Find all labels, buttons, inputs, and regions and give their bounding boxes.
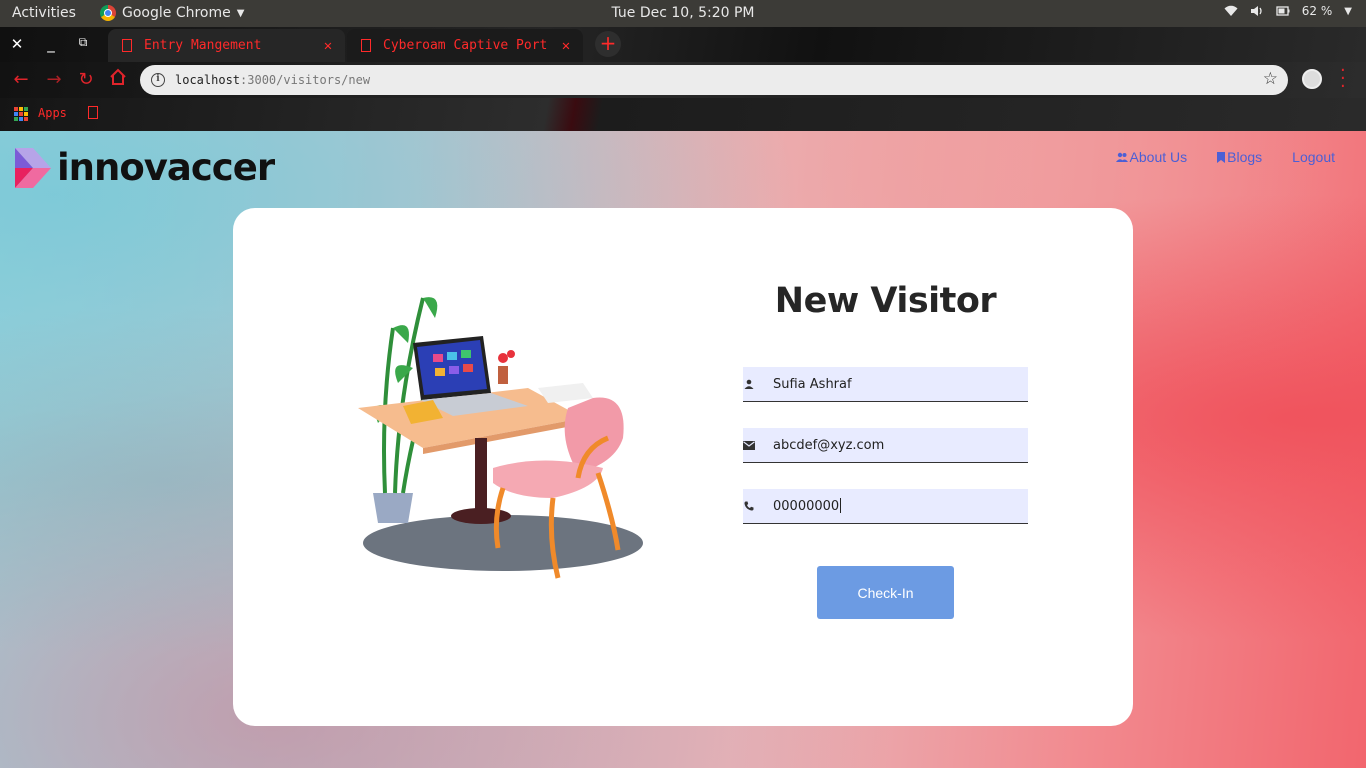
phone-field[interactable]: 00000000 [743, 489, 1028, 524]
window-restore-icon[interactable]: ⧉ [73, 35, 93, 50]
check-in-button[interactable]: Check-In [817, 566, 954, 619]
app-menu[interactable]: Google Chrome ▼ [100, 5, 244, 21]
group-icon [1115, 152, 1128, 162]
wifi-icon [1224, 5, 1238, 16]
nav-logout[interactable]: Logout [1292, 149, 1335, 165]
url-path: :3000/visitors/new [240, 73, 371, 87]
nav-label: Logout [1292, 149, 1335, 165]
email-value: abcdef@xyz.com [773, 437, 885, 453]
system-tray[interactable]: 62 % ▼ [1224, 4, 1352, 18]
email-field[interactable]: abcdef@xyz.com [743, 428, 1028, 463]
phone-value: 00000000 [773, 498, 842, 514]
form-title: New Visitor [774, 281, 997, 321]
profile-avatar[interactable] [1302, 69, 1322, 89]
url-host: localhost [175, 73, 241, 87]
system-menu-arrow-icon: ▼ [1344, 5, 1352, 17]
brand-logo[interactable]: innovaccer [15, 146, 275, 189]
name-field[interactable]: Sufia Ashraf [743, 367, 1028, 402]
person-icon [744, 379, 754, 389]
desk-illustration [358, 297, 643, 579]
tab-entry-management[interactable]: Entry Mangement ✕ [108, 29, 345, 62]
chrome-icon [100, 5, 116, 21]
bookmark-page-icon[interactable] [88, 106, 98, 119]
menu-icon[interactable]: · · · [1340, 62, 1346, 96]
page-icon [361, 39, 371, 52]
clock[interactable]: Tue Dec 10, 5:20 PM [611, 5, 754, 21]
bookmark-icon [1217, 151, 1226, 163]
nav-about-us[interactable]: About Us [1115, 149, 1188, 165]
battery-icon [1276, 6, 1290, 16]
reload-icon[interactable]: ↻ [75, 69, 97, 90]
bookmark-star-icon[interactable]: ☆ [1263, 69, 1278, 89]
battery-percent: 62 % [1301, 4, 1333, 18]
tab-close-icon[interactable]: ✕ [557, 38, 575, 54]
tab-title: Cyberoam Captive Port [383, 38, 548, 53]
window-close-icon[interactable]: ✕ [7, 35, 27, 53]
top-nav: About Us Blogs Logout [1115, 149, 1335, 165]
dropdown-arrow-icon: ▼ [236, 7, 245, 19]
tab-title: Entry Mangement [144, 38, 262, 53]
tab-strip: ✕ _ ⧉ Entry Mangement ✕ Cyberoam Captive… [0, 27, 1366, 62]
nav-blogs[interactable]: Blogs [1217, 149, 1262, 165]
text-caret [840, 498, 842, 513]
apps-bookmark[interactable]: Apps [38, 106, 67, 120]
back-icon[interactable]: ← [10, 69, 32, 90]
browser-toolbar: ← → ↻ i localhost:3000/visitors/new ☆ · ·… [0, 62, 1366, 98]
address-bar[interactable]: i localhost:3000/visitors/new ☆ [140, 65, 1288, 95]
page-viewport: innovaccer About Us Blogs Logout New Vis… [0, 131, 1366, 768]
phone-icon [744, 501, 754, 511]
mail-icon [743, 440, 755, 450]
system-top-bar: Activities Google Chrome ▼ Tue Dec 10, 5… [0, 0, 1366, 27]
nav-label: Blogs [1227, 149, 1263, 165]
bookmarks-bar: Apps [0, 98, 1366, 131]
tab-cyberoam[interactable]: Cyberoam Captive Port ✕ [347, 29, 583, 62]
innovaccer-logo-icon [15, 148, 51, 188]
tab-close-icon[interactable]: ✕ [319, 38, 337, 54]
volume-icon [1250, 6, 1262, 16]
url-text: localhost:3000/visitors/new [175, 73, 370, 87]
home-icon[interactable] [107, 68, 129, 91]
new-tab-button[interactable]: + [595, 31, 621, 57]
nav-label: About Us [1129, 149, 1188, 165]
phone-value-text: 00000000 [773, 499, 840, 514]
activities-button[interactable]: Activities [12, 5, 76, 21]
site-info-icon[interactable]: i [151, 73, 165, 87]
app-menu-label: Google Chrome [122, 5, 231, 21]
window-minimize-icon[interactable]: _ [41, 35, 61, 53]
brand-name: innovaccer [57, 146, 275, 189]
page-icon [122, 39, 132, 52]
visitor-card: New Visitor Sufia Ashraf abcdef@xyz.com … [233, 208, 1133, 726]
forward-icon[interactable]: → [43, 69, 65, 90]
name-value: Sufia Ashraf [773, 376, 852, 392]
apps-grid-icon[interactable] [14, 107, 28, 121]
